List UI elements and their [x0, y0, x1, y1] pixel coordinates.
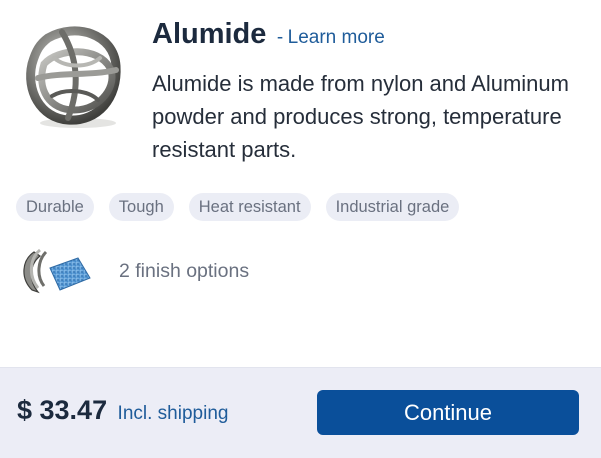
alumide-sample-part-icon: [18, 18, 128, 130]
material-card: Alumide - Learn more Alumide is made fro…: [0, 0, 601, 458]
price-note: Incl. shipping: [117, 403, 229, 424]
tag-heat-resistant: Heat resistant: [188, 193, 311, 221]
material-tags: Durable Tough Heat resistant Industrial …: [16, 193, 460, 221]
finish-samples-icon: [20, 246, 92, 296]
checkout-footer: $ 33.47 Incl. shipping Continue: [0, 367, 601, 458]
tag-tough: Tough: [108, 193, 174, 221]
learn-more-link[interactable]: Learn more: [288, 27, 385, 48]
finish-options-label[interactable]: 2 finish options: [119, 260, 249, 283]
tag-durable: Durable: [16, 193, 94, 221]
material-title: Alumide: [152, 18, 267, 50]
material-title-row: Alumide - Learn more: [152, 18, 385, 51]
title-separator: -: [276, 27, 284, 48]
price-value: $ 33.47: [17, 395, 108, 425]
tag-industrial-grade: Industrial grade: [325, 193, 460, 221]
finish-options-row[interactable]: 2 finish options: [20, 246, 249, 296]
price-block: $ 33.47 Incl. shipping: [17, 395, 228, 426]
material-description: Alumide is made from nylon and Aluminum …: [152, 71, 569, 162]
continue-button[interactable]: Continue: [317, 390, 579, 435]
